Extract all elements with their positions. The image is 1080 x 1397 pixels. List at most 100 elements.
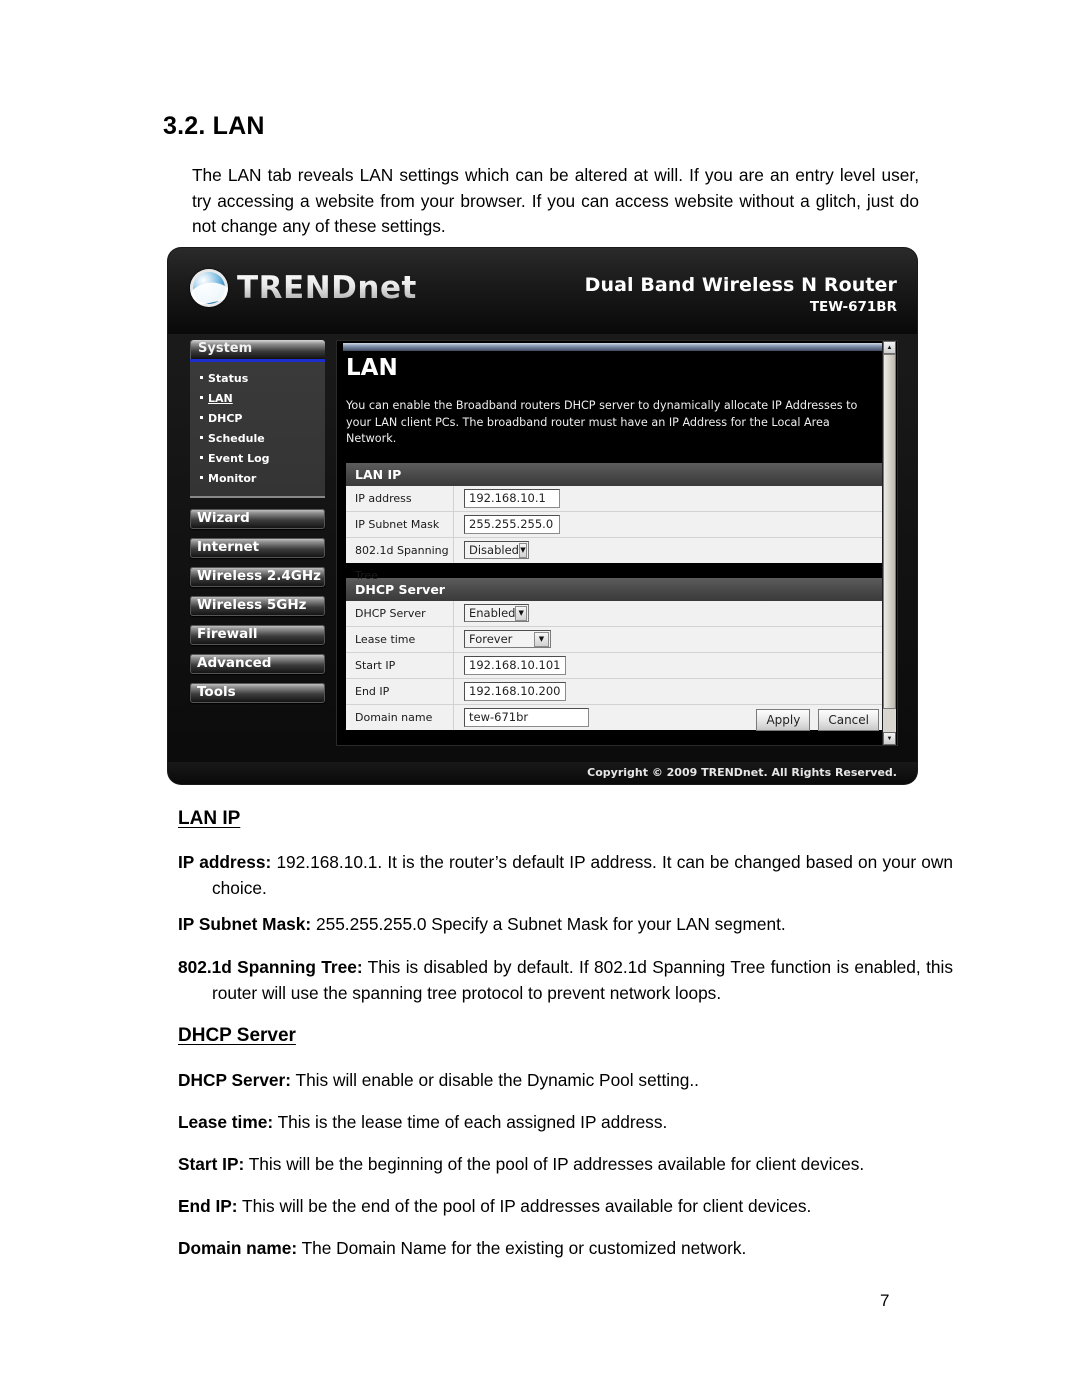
definition-lease-time: Lease time: This is the lease time of ea… <box>178 1110 919 1136</box>
router-sidebar: System Status LAN DHCP Schedule Event Lo… <box>190 340 325 712</box>
definition-label-ip-subnet-mask: IP Subnet Mask: <box>178 914 312 934</box>
sidebar-button-wizard[interactable]: Wizard <box>190 509 325 529</box>
field-dhcp-server: Enabled ▼ <box>454 604 888 622</box>
section-dhcp-server: DHCP Server DHCP Server Enabled ▼ Lease … <box>346 577 888 730</box>
input-end-ip[interactable]: 192.168.10.200 <box>464 681 566 701</box>
page-number: 7 <box>880 1291 890 1310</box>
scroll-down-button[interactable]: ▼ <box>883 732 896 745</box>
definition-label-ip-address: IP address: <box>178 852 272 872</box>
definition-start-ip: Start IP: This will be the beginning of … <box>178 1152 919 1178</box>
select-spanning-tree-value: Disabled <box>469 543 519 557</box>
field-spanning-tree: Disabled ▼ <box>454 541 888 559</box>
trendnet-globe-icon <box>190 269 228 307</box>
definition-domain-name: Domain name: The Domain Name for the exi… <box>178 1236 919 1262</box>
sidebar-button-firewall[interactable]: Firewall <box>190 625 325 645</box>
definition-text-dhcp-server: This will enable or disable the Dynamic … <box>291 1070 699 1090</box>
sidebar-item-lan[interactable]: LAN <box>190 388 325 408</box>
label-dhcp-server: DHCP Server <box>346 600 454 626</box>
label-lease-time: Lease time <box>346 626 454 652</box>
input-ip-subnet-mask[interactable]: 255.255.255.0 <box>464 514 560 534</box>
chevron-down-icon[interactable]: ▼ <box>518 542 527 558</box>
input-domain-name[interactable]: tew-671br <box>464 707 589 727</box>
form-row-end-ip: End IP 192.168.10.200 <box>346 678 888 705</box>
sidebar-item-schedule[interactable]: Schedule <box>190 428 325 448</box>
sidebar-item-event-log[interactable]: Event Log <box>190 448 325 468</box>
label-spanning-tree: 802.1d Spanning Tree <box>346 537 454 582</box>
sidebar-item-dhcp[interactable]: DHCP <box>190 408 325 428</box>
document-page: 3.2. LAN The LAN tab reveals LAN setting… <box>0 0 1080 1397</box>
definition-text-start-ip: This will be the beginning of the pool o… <box>244 1154 865 1174</box>
sidebar-submenu: Status LAN DHCP Schedule Event Log Monit… <box>190 362 325 498</box>
label-domain-name: Domain name <box>346 704 454 730</box>
field-ip-subnet-mask: 255.255.255.0 <box>454 514 888 534</box>
panel-action-buttons: Apply Cancel <box>756 709 879 731</box>
intro-paragraph: The LAN tab reveals LAN settings which c… <box>192 165 919 236</box>
product-model: TEW-671BR <box>809 299 897 315</box>
scrollbar-thumb[interactable] <box>883 354 896 709</box>
sidebar-item-status[interactable]: Status <box>190 368 325 388</box>
select-dhcp-server-value: Enabled <box>469 606 516 620</box>
definition-text-ip-subnet-mask: 255.255.255.0 Specify a Subnet Mask for … <box>311 914 786 934</box>
scrollbar-track[interactable] <box>883 354 896 732</box>
field-lease-time: Forever ▼ <box>454 630 888 648</box>
label-ip-address: IP address <box>346 485 454 511</box>
sidebar-button-wireless-5ghz[interactable]: Wireless 5GHz <box>190 596 325 616</box>
label-start-ip: Start IP <box>346 652 454 678</box>
form-row-start-ip: Start IP 192.168.10.101 <box>346 652 888 679</box>
definition-label-start-ip: Start IP: <box>178 1154 245 1174</box>
product-info: Dual Band Wireless N Router TEW-671BR <box>585 274 897 315</box>
definition-label-end-ip: End IP: <box>178 1196 238 1216</box>
definition-label-domain-name: Domain name: <box>178 1238 298 1258</box>
panel-title: LAN <box>346 355 398 381</box>
brand-name: TRENDnet <box>237 270 417 306</box>
definition-dhcp-server: DHCP Server: This will enable or disable… <box>178 1068 919 1094</box>
apply-button[interactable]: Apply <box>756 709 811 731</box>
definition-end-ip: End IP: This will be the end of the pool… <box>178 1194 919 1220</box>
heading-lan-ip: LAN IP <box>178 808 241 829</box>
form-row-ip-subnet-mask: IP Subnet Mask 255.255.255.0 <box>346 511 888 538</box>
panel-scrollbar[interactable]: ▲ ▼ <box>882 341 896 745</box>
product-title: Dual Band Wireless N Router <box>584 274 897 296</box>
section-header-lan-ip: LAN IP <box>346 462 888 486</box>
panel-description: You can enable the Broadband routers DHC… <box>346 399 858 445</box>
section-header-dhcp-server: DHCP Server <box>346 577 888 601</box>
field-start-ip: 192.168.10.101 <box>454 655 888 675</box>
definition-text-end-ip: This will be the end of the pool of IP a… <box>237 1196 812 1216</box>
definition-label-dhcp-server: DHCP Server: <box>178 1070 292 1090</box>
select-lease-time-value: Forever <box>469 632 513 646</box>
select-spanning-tree[interactable]: Disabled ▼ <box>464 541 529 559</box>
router-header: TRENDnet Dual Band Wireless N Router TEW… <box>168 248 917 334</box>
sidebar-button-internet[interactable]: Internet <box>190 538 325 558</box>
input-ip-address[interactable]: 192.168.10.1 <box>464 488 560 508</box>
select-dhcp-server[interactable]: Enabled ▼ <box>464 604 529 622</box>
input-start-ip[interactable]: 192.168.10.101 <box>464 655 566 675</box>
scroll-up-button[interactable]: ▲ <box>883 341 896 354</box>
router-admin-screenshot: TRENDnet Dual Band Wireless N Router TEW… <box>168 248 917 784</box>
definition-label-spanning-tree: 802.1d Spanning Tree: <box>178 957 363 977</box>
select-lease-time[interactable]: Forever ▼ <box>464 630 551 648</box>
field-ip-address: 192.168.10.1 <box>454 488 888 508</box>
sidebar-button-tools[interactable]: Tools <box>190 683 325 703</box>
definition-spanning-tree: 802.1d Spanning Tree: This is disabled b… <box>178 955 953 1006</box>
definition-text-domain-name: The Domain Name for the existing or cust… <box>297 1238 747 1258</box>
form-row-ip-address: IP address 192.168.10.1 <box>346 485 888 512</box>
section-lan-ip: LAN IP IP address 192.168.10.1 IP Subnet… <box>346 462 888 582</box>
sidebar-button-wireless-24ghz[interactable]: Wireless 2.4GHz <box>190 567 325 587</box>
definition-text-ip-address: 192.168.10.1. It is the router’s default… <box>212 852 953 898</box>
label-end-ip: End IP <box>346 678 454 704</box>
definition-ip-address: IP address: 192.168.10.1. It is the rout… <box>178 850 953 901</box>
cancel-button[interactable]: Cancel <box>818 709 879 731</box>
sidebar-item-monitor[interactable]: Monitor <box>190 468 325 488</box>
panel-accent-bar <box>343 343 885 351</box>
sidebar-button-advanced[interactable]: Advanced <box>190 654 325 674</box>
sidebar-group-system[interactable]: System <box>190 340 325 362</box>
form-row-spanning-tree: 802.1d Spanning Tree Disabled ▼ <box>346 537 888 582</box>
field-end-ip: 192.168.10.200 <box>454 681 888 701</box>
form-row-lease-time: Lease time Forever ▼ <box>346 626 888 653</box>
trendnet-logo: TRENDnet <box>190 269 417 307</box>
definition-ip-subnet-mask: IP Subnet Mask: 255.255.255.0 Specify a … <box>178 912 919 938</box>
chevron-down-icon[interactable]: ▼ <box>515 605 527 621</box>
copyright-text: Copyright © 2009 TRENDnet. All Rights Re… <box>587 766 897 779</box>
chevron-down-icon[interactable]: ▼ <box>534 631 549 647</box>
label-ip-subnet-mask: IP Subnet Mask <box>346 511 454 537</box>
